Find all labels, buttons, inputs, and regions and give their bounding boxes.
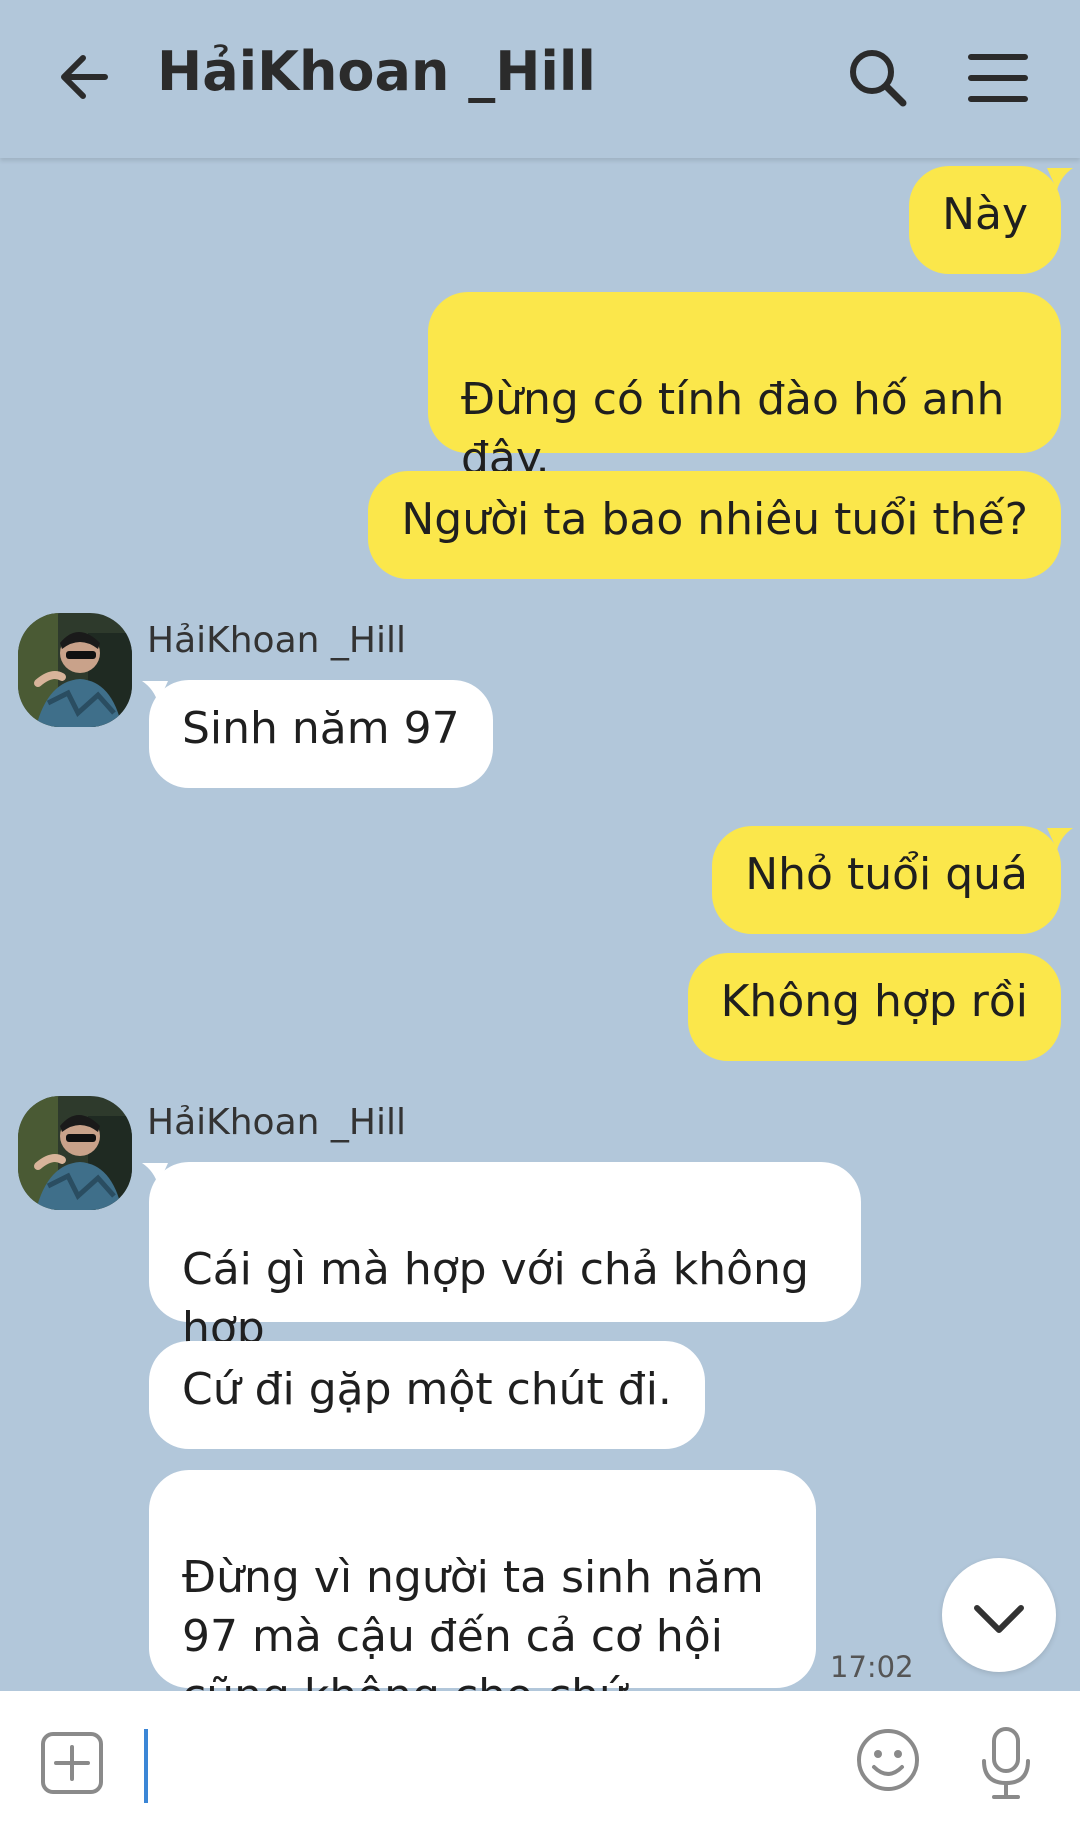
arrow-left-icon[interactable] bbox=[55, 47, 115, 107]
scroll-to-bottom-button[interactable] bbox=[942, 1558, 1056, 1672]
message-bubble-received[interactable]: Cái gì mà hợp với chả không hợp bbox=[149, 1162, 861, 1354]
message-text: Người ta bao nhiêu tuổi thế? bbox=[401, 494, 1028, 545]
message-bubble-received[interactable]: Đừng vì người ta sinh năm 97 mà cậu đến … bbox=[149, 1470, 816, 1721]
message-bubble-sent[interactable]: Đừng có tính đào hố anh đây. bbox=[428, 292, 1061, 484]
message-text: Sinh năm 97 bbox=[182, 703, 460, 754]
chevron-down-icon bbox=[974, 1605, 1024, 1633]
chat-header: HảiKhoan _Hill bbox=[0, 0, 1080, 158]
avatar[interactable] bbox=[18, 1096, 132, 1210]
bubble-tail bbox=[1047, 168, 1073, 190]
message-text: Đừng có tính đào hố anh đây. bbox=[461, 374, 1005, 484]
sender-name: HảiKhoan _Hill bbox=[147, 1102, 406, 1143]
search-icon[interactable] bbox=[845, 45, 911, 111]
bubble-tail bbox=[1047, 828, 1073, 850]
plus-square-icon[interactable] bbox=[40, 1731, 104, 1795]
message-timestamp: 17:02 bbox=[830, 1650, 914, 1684]
avatar[interactable] bbox=[18, 613, 132, 727]
microphone-icon[interactable] bbox=[978, 1725, 1034, 1801]
message-bubble-sent[interactable]: Nhỏ tuổi quá bbox=[712, 826, 1061, 934]
smiley-icon[interactable] bbox=[855, 1727, 921, 1793]
hamburger-menu-icon[interactable] bbox=[965, 45, 1031, 111]
message-text: Cứ đi gặp một chút đi. bbox=[182, 1364, 672, 1415]
message-bubble-sent[interactable]: Người ta bao nhiêu tuổi thế? bbox=[368, 471, 1061, 579]
message-composer bbox=[0, 1691, 1080, 1839]
message-list[interactable]: Này Đừng có tính đào hố anh đây. Người t… bbox=[0, 158, 1080, 1721]
message-bubble-received[interactable]: Sinh năm 97 bbox=[149, 680, 493, 788]
chat-title: HảiKhoan _Hill bbox=[157, 40, 596, 103]
message-text: Này bbox=[942, 189, 1028, 240]
message-text: Cái gì mà hợp với chả không hợp bbox=[182, 1244, 809, 1354]
sender-name: HảiKhoan _Hill bbox=[147, 620, 406, 661]
message-text: Không hợp rồi bbox=[720, 976, 1028, 1027]
message-bubble-sent[interactable]: Này bbox=[909, 166, 1061, 274]
message-bubble-received[interactable]: Cứ đi gặp một chút đi. bbox=[149, 1341, 705, 1449]
message-text: Nhỏ tuổi quá bbox=[745, 849, 1028, 900]
text-cursor bbox=[144, 1729, 148, 1803]
message-bubble-sent[interactable]: Không hợp rồi bbox=[687, 953, 1061, 1061]
message-input[interactable] bbox=[152, 1729, 832, 1803]
